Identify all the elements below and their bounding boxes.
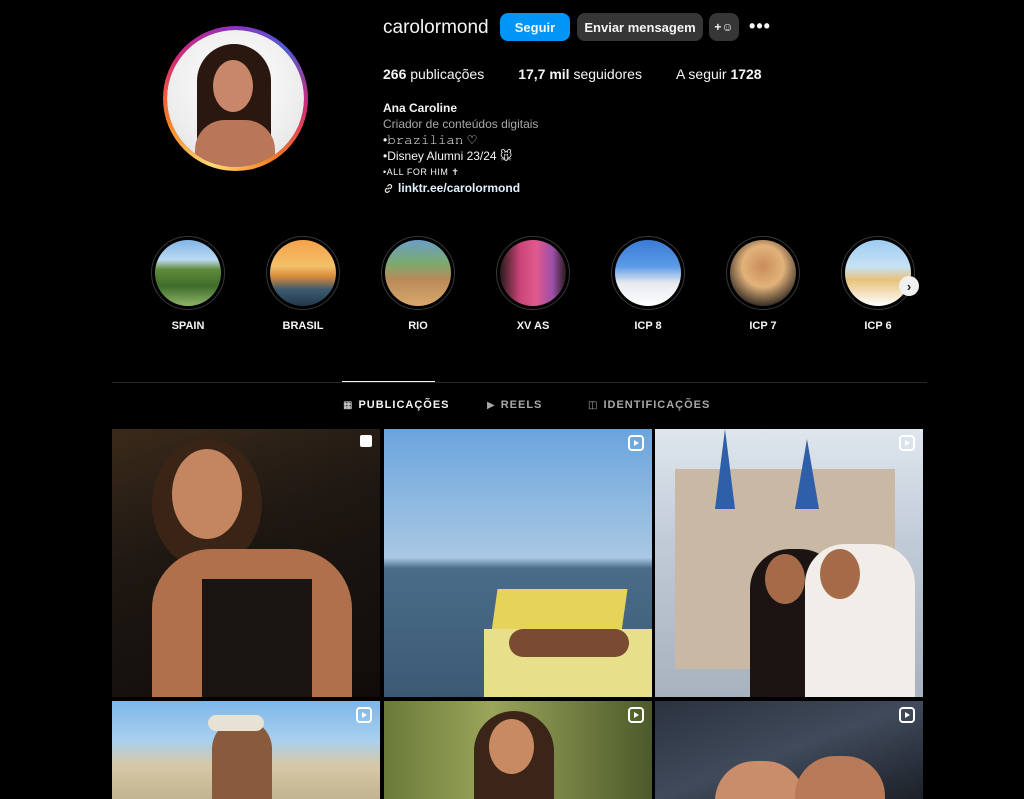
bio-link[interactable]: linktr.ee/carolormond	[383, 180, 538, 196]
post-thumbnail[interactable]	[384, 429, 652, 697]
highlight-cover	[615, 240, 681, 306]
posts-label: publicações	[410, 66, 485, 82]
tab-label: REELS	[500, 399, 543, 411]
highlight-cover	[385, 240, 451, 306]
tabs-divider	[112, 382, 927, 383]
highlight-label: ICP 8	[634, 320, 662, 332]
link-icon	[384, 183, 393, 193]
avatar-photo	[167, 30, 304, 167]
highlight-label: RIO	[408, 320, 428, 332]
followers-stat[interactable]: 17,7 mil seguidores	[518, 66, 642, 82]
suggest-user-icon[interactable]: +☺	[709, 13, 739, 41]
posts-stat: 266 publicações	[383, 66, 484, 82]
highlight-item[interactable]: BRASIL	[266, 236, 340, 332]
reel-icon	[899, 707, 915, 723]
post-thumbnail[interactable]	[655, 429, 923, 697]
highlight-cover	[155, 240, 221, 306]
reel-icon	[356, 707, 372, 723]
highlight-label: ICP 7	[749, 320, 777, 332]
profile-bio: Ana Caroline Criador de conteúdos digita…	[383, 100, 538, 196]
highlight-cover	[730, 240, 796, 306]
active-tab-indicator	[342, 381, 435, 382]
grid-icon: ▦	[343, 399, 354, 411]
highlight-item[interactable]: ICP 8	[611, 236, 685, 332]
highlight-label: ICP 6	[864, 320, 892, 332]
post-thumbnail[interactable]	[112, 701, 380, 799]
tab-label: IDENTIFICAÇÕES	[603, 399, 711, 411]
bio-line: •ALL FOR HIM ✝	[383, 167, 460, 177]
reel-icon	[628, 707, 644, 723]
username: carolormond	[383, 17, 489, 38]
tab-reels[interactable]: ▶ REELS	[487, 399, 542, 411]
reel-icon	[628, 435, 644, 451]
posts-count: 266	[383, 66, 407, 82]
category-label: Criador de conteúdos digitais	[383, 117, 539, 131]
followers-count: 17,7 mil	[518, 66, 570, 82]
post-thumbnail[interactable]	[655, 701, 923, 799]
instagram-profile-page: carolormond Seguir Enviar mensagem +☺ ••…	[0, 0, 1024, 799]
highlight-item[interactable]: SPAIN	[151, 236, 225, 332]
reel-icon	[899, 435, 915, 451]
more-options-icon[interactable]: •••	[749, 16, 770, 36]
bio-line: •Disney Alumni 23/24 🐭	[383, 149, 513, 163]
tab-label: PUBLICAÇÕES	[358, 399, 450, 411]
highlight-cover	[270, 240, 336, 306]
highlight-label: SPAIN	[171, 320, 205, 332]
tagged-icon: ◫	[588, 399, 599, 411]
bio-link-text: linktr.ee/carolormond	[398, 181, 521, 195]
profile-stats: 266 publicações 17,7 mil seguidores A se…	[383, 66, 762, 82]
reels-icon: ▶	[487, 399, 496, 411]
highlight-item[interactable]: XV AS	[496, 236, 570, 332]
highlight-cover	[500, 240, 566, 306]
following-stat[interactable]: A seguir 1728	[676, 66, 762, 82]
following-label: A seguir	[675, 66, 727, 82]
tab-posts[interactable]: ▦ PUBLICAÇÕES	[343, 399, 450, 411]
following-count: 1728	[730, 66, 762, 82]
follow-button[interactable]: Seguir	[500, 13, 570, 41]
post-thumbnail[interactable]	[112, 429, 380, 697]
chevron-right-icon[interactable]: ›	[899, 276, 919, 296]
highlight-item[interactable]: RIO	[381, 236, 455, 332]
bio-line: •𝚋𝚛𝚊𝚣𝚒𝚕𝚒𝚊𝚗 ♡	[383, 133, 478, 147]
highlight-cover	[845, 240, 911, 306]
post-thumbnail[interactable]	[384, 701, 652, 799]
carousel-icon	[360, 435, 372, 447]
tab-tagged[interactable]: ◫ IDENTIFICAÇÕES	[588, 399, 710, 411]
full-name: Ana Caroline	[383, 101, 458, 115]
highlight-item[interactable]: ICP 7	[726, 236, 800, 332]
followers-label: seguidores	[573, 66, 642, 82]
highlight-label: BRASIL	[282, 320, 324, 332]
highlight-label: XV AS	[516, 320, 550, 332]
send-message-button[interactable]: Enviar mensagem	[577, 13, 703, 41]
profile-avatar[interactable]	[163, 26, 308, 171]
